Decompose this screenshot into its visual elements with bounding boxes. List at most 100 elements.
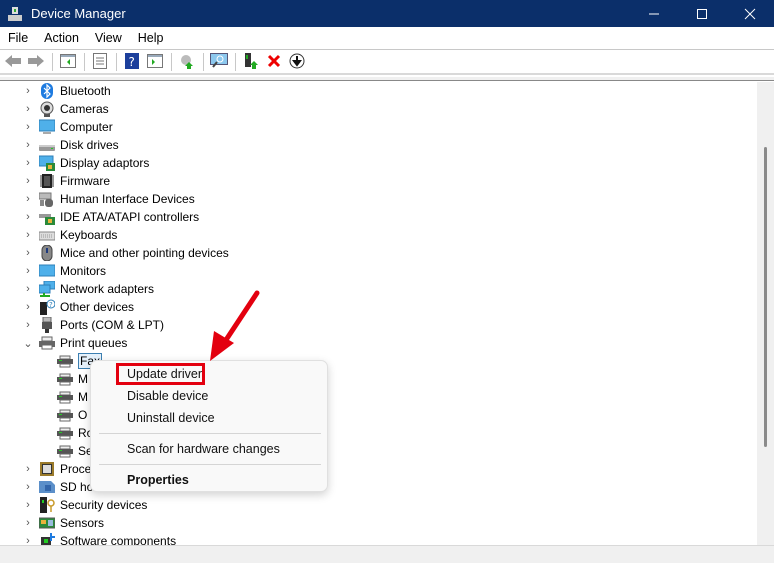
chevron-right-icon[interactable]: › [21, 121, 35, 133]
tree-node-label: Display adaptors [60, 156, 150, 170]
network-adapter-icon [38, 280, 56, 297]
tree-node-sensors[interactable]: › Sensors [0, 514, 757, 532]
show-action-pane-button[interactable] [144, 52, 166, 72]
chevron-right-icon[interactable]: › [21, 103, 35, 115]
chevron-right-icon[interactable]: › [21, 211, 35, 223]
security-device-icon [39, 497, 55, 513]
chevron-right-icon[interactable]: › [21, 283, 35, 295]
disk-drive-icon [39, 137, 55, 153]
tree-node-network-adapters[interactable]: › Network adapters [0, 280, 757, 298]
uninstall-device-button[interactable] [263, 52, 285, 72]
update-driver-button[interactable] [176, 52, 198, 72]
toolbar-separator [235, 53, 236, 71]
show-hide-console-tree-button[interactable] [57, 52, 79, 72]
menu-action[interactable]: Action [36, 31, 87, 45]
menu-item-uninstall-device[interactable]: Uninstall device [127, 411, 215, 425]
tree-node-label: Firmware [60, 174, 110, 188]
tree-node-label: Computer [60, 120, 113, 134]
chevron-right-icon[interactable]: › [21, 85, 35, 97]
close-button[interactable] [726, 0, 774, 27]
tree-node-cameras[interactable]: › Cameras [0, 100, 757, 118]
minimize-button[interactable] [630, 0, 678, 27]
svg-text:?: ? [129, 55, 135, 69]
chevron-right-icon[interactable]: › [21, 193, 35, 205]
annotation-arrow-icon [210, 290, 260, 361]
tree-node-label: Cameras [60, 102, 109, 116]
menu-item-scan-hardware[interactable]: Scan for hardware changes [127, 442, 280, 456]
printer-icon [57, 389, 73, 405]
back-button[interactable] [2, 52, 24, 72]
chevron-right-icon[interactable]: › [21, 229, 35, 241]
tree-node-print-queues[interactable]: ⌄ Print queues [0, 334, 757, 352]
chevron-down-icon[interactable]: ⌄ [21, 337, 35, 350]
tree-node-monitors[interactable]: › Monitors [0, 262, 757, 280]
help-button[interactable]: ? [121, 52, 143, 72]
uninstall-device-icon [267, 54, 281, 71]
svg-text:?: ? [49, 301, 53, 309]
software-component-icon [39, 533, 55, 545]
tree-node-computer[interactable]: › Computer [0, 118, 757, 136]
tree-node-label: IDE ATA/ATAPI controllers [60, 210, 200, 224]
toolbar: ? [0, 51, 774, 75]
disable-device-button[interactable] [286, 52, 308, 72]
tree-node-label: Security devices [60, 498, 148, 512]
properties-button[interactable] [89, 52, 111, 72]
menu-view[interactable]: View [87, 31, 130, 45]
other-devices-icon: ? [39, 299, 56, 315]
tree-node-label: Human Interface Devices [60, 192, 195, 206]
chevron-right-icon[interactable]: › [21, 265, 35, 277]
tree-node-label: Monitors [60, 264, 107, 278]
chevron-right-icon[interactable]: › [21, 157, 35, 169]
computer-icon [38, 119, 56, 135]
scan-hardware-button[interactable] [208, 52, 230, 72]
tree-node-label: Bluetooth [60, 84, 111, 98]
tree-node-firmware[interactable]: › Firmware [0, 172, 757, 190]
title-bar: Device Manager [0, 0, 774, 27]
chevron-right-icon[interactable]: › [21, 463, 35, 475]
chevron-right-icon[interactable]: › [21, 319, 35, 331]
sd-host-icon [39, 479, 55, 495]
ide-controller-icon [39, 209, 55, 225]
printer-icon [57, 371, 73, 387]
chevron-right-icon[interactable]: › [21, 517, 35, 529]
tree-node-ports[interactable]: › Ports (COM & LPT) [0, 316, 757, 334]
chevron-right-icon[interactable]: › [21, 139, 35, 151]
menu-separator [99, 433, 321, 434]
menu-bar: File Action View Help [0, 27, 774, 50]
tree-node-other-devices[interactable]: ›? Other devices [0, 298, 757, 316]
chevron-right-icon[interactable]: › [21, 247, 35, 259]
highlight-box [116, 363, 205, 385]
menu-item-disable-device[interactable]: Disable device [127, 389, 208, 403]
chevron-right-icon[interactable]: › [21, 535, 35, 545]
tree-node-human-interface-devices[interactable]: › Human Interface Devices [0, 190, 757, 208]
chevron-right-icon[interactable]: › [21, 499, 35, 511]
tree-node-disk-drives[interactable]: › Disk drives [0, 136, 757, 154]
scrollbar-thumb[interactable] [764, 147, 767, 447]
menu-item-properties[interactable]: Properties [127, 473, 189, 487]
forward-button[interactable] [25, 52, 47, 72]
vertical-scrollbar[interactable] [757, 82, 774, 545]
tree-node-display-adaptors[interactable]: › Display adaptors [0, 154, 757, 172]
menu-file[interactable]: File [0, 31, 36, 45]
maximize-button[interactable] [678, 0, 726, 27]
printer-icon [57, 407, 73, 423]
enable-device-button[interactable] [240, 52, 262, 72]
tree-node-keyboards[interactable]: › Keyboards [0, 226, 757, 244]
tree-node-security-devices[interactable]: › Security devices [0, 496, 757, 514]
tree-node-mice[interactable]: › Mice and other pointing devices [0, 244, 757, 262]
update-driver-icon [179, 53, 195, 72]
menu-help[interactable]: Help [130, 31, 172, 45]
processor-icon [39, 461, 55, 477]
status-bar [0, 545, 774, 563]
chevron-right-icon[interactable]: › [21, 175, 35, 187]
tree-node-bluetooth[interactable]: › Bluetooth [0, 82, 757, 100]
chevron-right-icon[interactable]: › [21, 301, 35, 313]
tree-node-ide-controllers[interactable]: › IDE ATA/ATAPI controllers [0, 208, 757, 226]
tree-node-label: Software components [60, 534, 177, 545]
forward-icon [27, 54, 45, 71]
camera-icon [39, 101, 55, 117]
scan-hardware-icon [210, 52, 228, 72]
display-adapter-icon [38, 155, 55, 171]
tree-node-software-components[interactable]: › Software components [0, 532, 757, 545]
chevron-right-icon[interactable]: › [21, 481, 35, 493]
